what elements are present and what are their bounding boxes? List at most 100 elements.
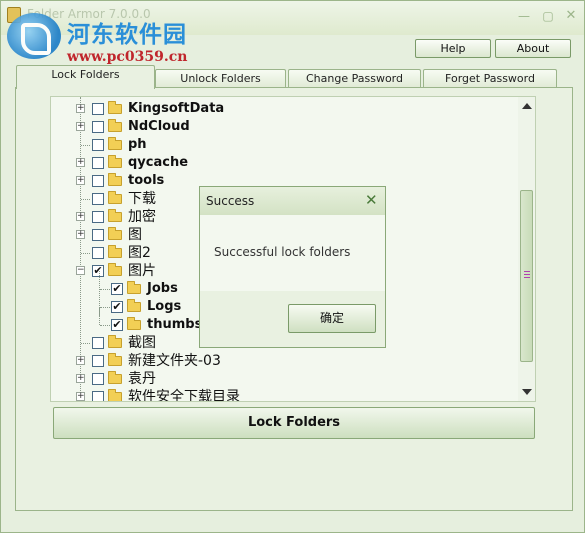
folder-icon [108, 209, 122, 222]
checkbox[interactable] [92, 193, 104, 205]
tree-row[interactable]: + 袁丹 [51, 370, 511, 388]
expand-icon[interactable]: + [76, 212, 85, 221]
tab-lock-folders[interactable]: Lock Folders [16, 65, 155, 89]
tree-item-label: 新建文件夹-03 [128, 353, 221, 369]
tree-item-label: 加密 [128, 209, 156, 225]
tab-unlock-folders[interactable]: Unlock Folders [155, 69, 286, 87]
folder-icon [108, 353, 122, 366]
checkbox-checked[interactable]: ✔ [111, 319, 123, 331]
tree-row[interactable]: + qycache [51, 154, 511, 172]
tab-forget-password[interactable]: Forget Password [423, 69, 557, 87]
folder-icon [108, 335, 122, 348]
app-window: Folder Armor 7.0.0.0 — ▢ ✕ 河东软件园 www.pc0… [0, 0, 585, 533]
watermark-logo-icon [7, 13, 61, 59]
folder-icon [108, 191, 122, 204]
tree-item-label: 图2 [128, 245, 151, 261]
success-dialog: Success ✕ Successful lock folders 确定 [199, 186, 386, 348]
dialog-message: Successful lock folders [214, 245, 351, 259]
folder-icon [108, 101, 122, 114]
tree-item-label: qycache [128, 155, 189, 170]
checkbox-checked[interactable]: ✔ [92, 265, 104, 277]
tree-connector [81, 253, 90, 254]
folder-icon [127, 281, 141, 294]
checkbox[interactable] [92, 229, 104, 241]
checkbox[interactable] [92, 157, 104, 169]
tree-connector [81, 145, 90, 146]
watermark: 河东软件园 www.pc0359.cn [7, 11, 207, 69]
dialog-title: Success [206, 194, 255, 208]
expand-icon[interactable]: + [76, 356, 85, 365]
tree-row[interactable]: + NdCloud [51, 118, 511, 136]
tree-item-label: KingsoftData [128, 101, 225, 116]
watermark-url: www.pc0359.cn [67, 49, 188, 65]
scroll-down-icon[interactable] [522, 389, 532, 395]
folder-icon [108, 155, 122, 168]
folder-icon [108, 389, 122, 401]
tree-connector [81, 343, 90, 344]
tree-item-label: Logs [147, 299, 182, 314]
lock-folders-button[interactable]: Lock Folders [53, 407, 535, 439]
about-button[interactable]: About [495, 39, 571, 58]
tree-item-label: 软件安全下载目录 [128, 389, 240, 401]
watermark-site-name: 河东软件园 [67, 22, 187, 48]
tree-row[interactable]: + KingsoftData [51, 100, 511, 118]
checkbox[interactable] [92, 103, 104, 115]
checkbox-checked[interactable]: ✔ [111, 283, 123, 295]
dialog-close-icon[interactable]: ✕ [365, 192, 378, 208]
checkbox[interactable] [92, 337, 104, 349]
tree-connector [100, 325, 110, 326]
folder-icon [108, 371, 122, 384]
dialog-title-bar[interactable]: Success ✕ [200, 187, 385, 215]
scroll-up-icon[interactable] [522, 103, 532, 109]
expand-icon[interactable]: + [76, 104, 85, 113]
tree-item-label: 图片 [128, 263, 156, 279]
collapse-icon[interactable]: − [76, 266, 85, 275]
folder-icon [108, 173, 122, 186]
tree-row[interactable]: ph [51, 136, 511, 154]
checkbox[interactable] [92, 175, 104, 187]
checkbox[interactable] [92, 121, 104, 133]
expand-icon[interactable]: + [76, 158, 85, 167]
checkbox[interactable] [92, 391, 104, 401]
checkbox[interactable] [92, 247, 104, 259]
tree-row[interactable]: + 新建文件夹-03 [51, 352, 511, 370]
expand-icon[interactable]: + [76, 230, 85, 239]
tree-connector [100, 307, 110, 308]
tree-item-label: 下载 [128, 191, 156, 207]
checkbox-checked[interactable]: ✔ [111, 301, 123, 313]
maximize-icon[interactable]: ▢ [541, 9, 555, 23]
tree-connector [81, 199, 90, 200]
help-button[interactable]: Help [415, 39, 491, 58]
tab-change-password[interactable]: Change Password [288, 69, 421, 87]
checkbox[interactable] [92, 355, 104, 367]
expand-icon[interactable]: + [76, 392, 85, 401]
close-icon[interactable]: ✕ [564, 9, 578, 23]
checkbox[interactable] [92, 139, 104, 151]
dialog-ok-button[interactable]: 确定 [288, 304, 376, 333]
folder-icon [108, 245, 122, 258]
tree-item-label: 袁丹 [128, 371, 156, 387]
tree-item-label: ph [128, 137, 147, 152]
tree-connector [100, 289, 110, 290]
scroll-thumb[interactable] [520, 190, 533, 362]
expand-icon[interactable]: + [76, 122, 85, 131]
checkbox[interactable] [92, 211, 104, 223]
tree-row[interactable]: + 软件安全下载目录 [51, 388, 511, 401]
tree-item-label: tools [128, 173, 165, 188]
folder-icon [108, 137, 122, 150]
vertical-scrollbar[interactable] [518, 97, 535, 401]
tree-item-label: 截图 [128, 335, 156, 351]
folder-icon [108, 119, 122, 132]
checkbox[interactable] [92, 373, 104, 385]
expand-icon[interactable]: + [76, 176, 85, 185]
tree-guide-line [99, 307, 100, 325]
expand-icon[interactable]: + [76, 374, 85, 383]
tree-item-label: 图 [128, 227, 142, 243]
folder-icon [127, 317, 141, 330]
tree-item-label: thumbs [147, 317, 203, 332]
tree-item-label: NdCloud [128, 119, 190, 134]
tree-item-label: Jobs [147, 281, 178, 296]
scroll-grip-icon [524, 271, 530, 278]
folder-icon [108, 263, 122, 276]
minimize-icon[interactable]: — [517, 9, 531, 23]
